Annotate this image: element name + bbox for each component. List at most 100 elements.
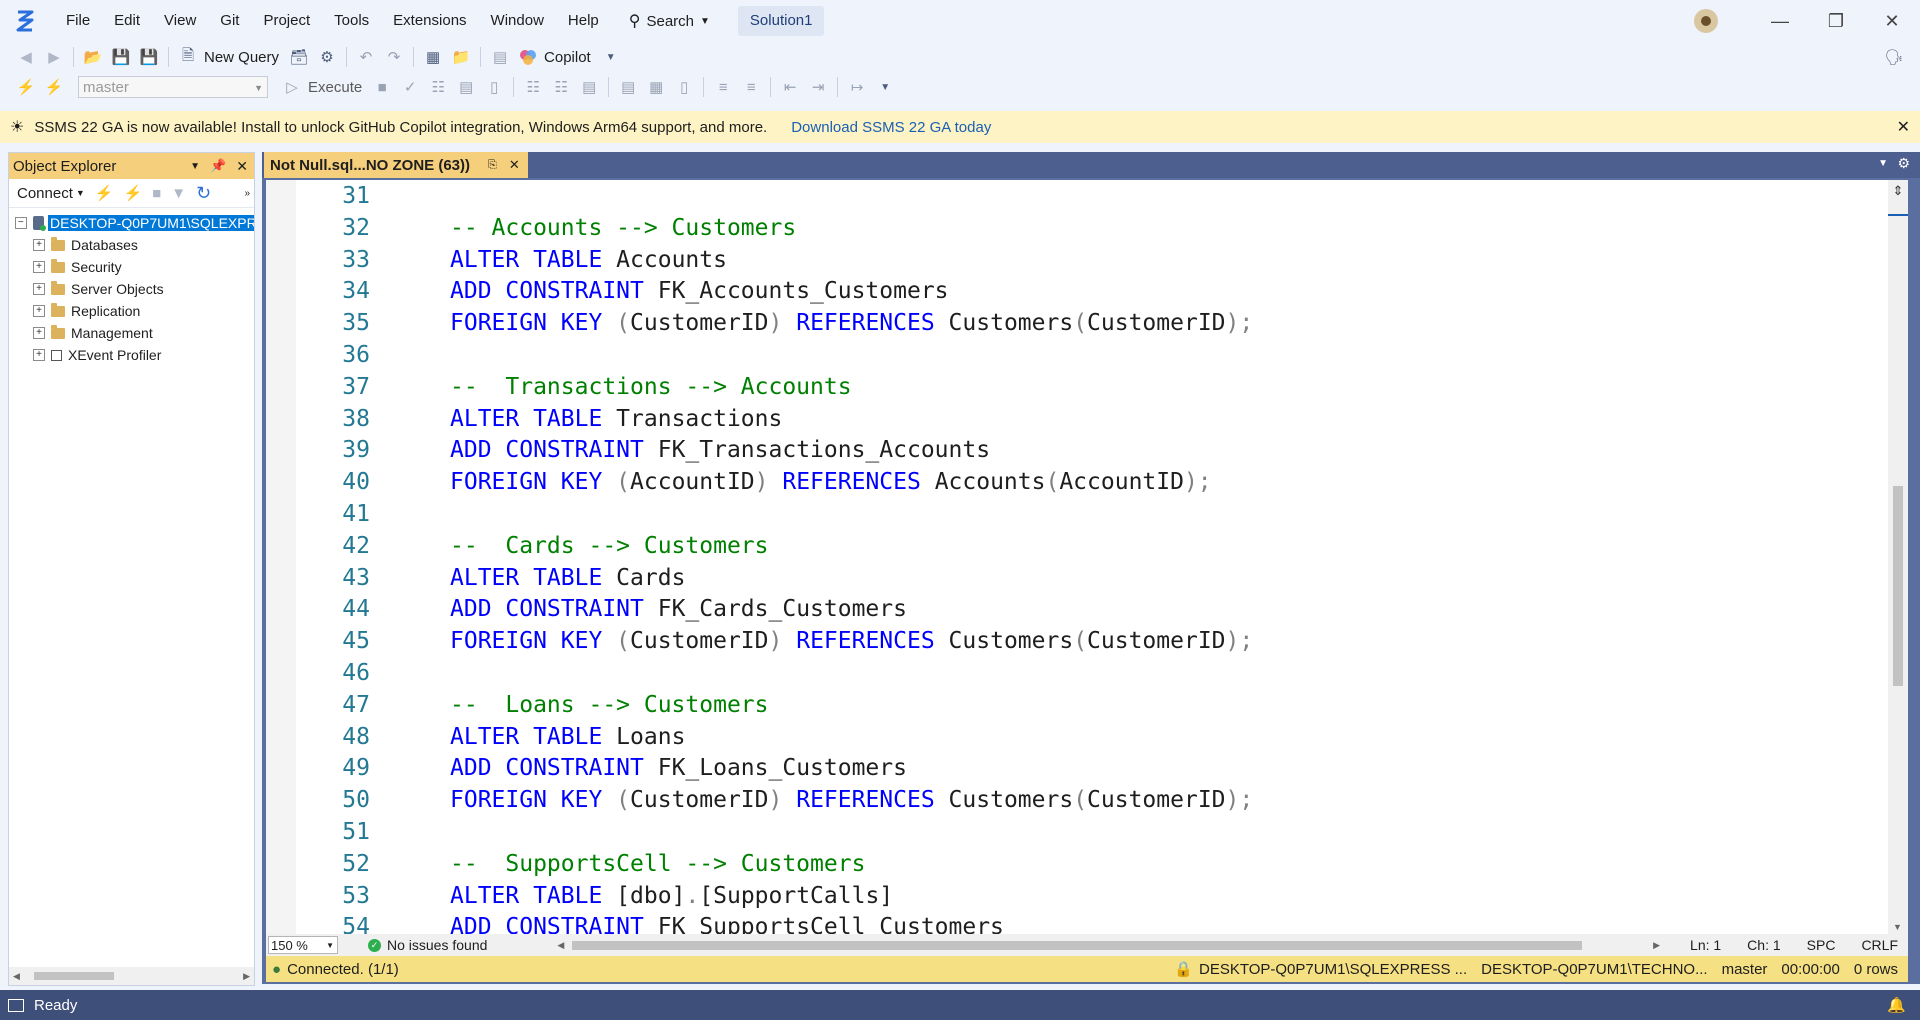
database-query-icon[interactable]: 🗃 (287, 45, 311, 69)
activity-monitor-icon[interactable]: ▦ (421, 45, 445, 69)
expand-icon[interactable]: + (33, 239, 45, 251)
tree-node-security[interactable]: + Security (9, 256, 254, 278)
code-line[interactable]: 50 FOREIGN KEY (CustomerID) REFERENCES Cu… (296, 784, 1253, 816)
issues-status[interactable]: No issues found (387, 937, 487, 953)
collapse-icon[interactable]: − (15, 217, 27, 229)
stop-icon[interactable]: ■ (370, 75, 394, 99)
ssms-logo-icon[interactable] (12, 8, 38, 34)
whitespace-indicator[interactable]: SPC (1807, 937, 1836, 953)
pin-icon[interactable]: ⎘ (488, 159, 497, 172)
search-button[interactable]: ⚲ Search ▼ (619, 6, 720, 36)
parse-icon[interactable]: ✓ (398, 75, 422, 99)
code-line[interactable]: 36 (296, 339, 450, 371)
output-icon[interactable] (8, 998, 24, 1012)
tree-node-server-objects[interactable]: + Server Objects (9, 278, 254, 300)
solution-name[interactable]: Solution1 (737, 6, 825, 36)
pin-icon[interactable]: 📌 (210, 158, 226, 174)
code-line[interactable]: 39 ADD CONSTRAINT FK_Transactions_Account… (296, 434, 990, 466)
intellisense-icon[interactable]: ▯ (482, 75, 506, 99)
analysis-query-icon[interactable]: ⚙ (315, 45, 339, 69)
object-explorer-icon[interactable]: 📁 (449, 45, 473, 69)
column-indicator[interactable]: Ch: 1 (1747, 937, 1780, 953)
code-line[interactable]: 51 (296, 816, 450, 848)
save-all-icon[interactable]: 💾 (137, 45, 161, 69)
code-line[interactable]: 32 -- Accounts --> Customers (296, 212, 796, 244)
line-indicator[interactable]: Ln: 1 (1690, 937, 1721, 953)
disconnect-icon[interactable]: ⚡ (123, 184, 142, 202)
avatar[interactable] (1694, 9, 1718, 33)
live-stats-icon[interactable]: ☷ (549, 75, 573, 99)
menu-item-git[interactable]: Git (208, 5, 251, 37)
expand-icon[interactable]: + (33, 261, 45, 273)
horizontal-scrollbar[interactable]: ◀ ▶ (9, 967, 254, 985)
close-icon[interactable]: ✕ (1897, 117, 1910, 137)
toolbar-overflow-icon[interactable]: ▼ (599, 45, 623, 69)
code-line[interactable]: 40 FOREIGN KEY (AccountID) REFERENCES Acc… (296, 466, 1211, 498)
redo-icon[interactable]: ↷ (382, 45, 406, 69)
horizontal-scrollbar-thumb[interactable] (572, 940, 1583, 950)
connect-icon[interactable]: ⚡ (95, 184, 114, 202)
tab-list-icon[interactable]: ▼ (1878, 158, 1888, 169)
restore-icon[interactable]: ❐ (1808, 0, 1864, 42)
decrease-indent-icon[interactable]: ⇤ (778, 75, 802, 99)
menu-item-window[interactable]: Window (479, 5, 556, 37)
scrollbar-thumb[interactable] (1893, 486, 1903, 686)
increase-indent-icon[interactable]: ⇥ (806, 75, 830, 99)
stop-icon[interactable]: ■ (152, 185, 161, 202)
code-line[interactable]: 46 (296, 657, 450, 689)
include-plan-icon[interactable]: ☷ (521, 75, 545, 99)
database-select[interactable]: master ▼ (78, 76, 268, 98)
back-icon[interactable]: ◀ (14, 45, 38, 69)
code-line[interactable]: 31 (296, 180, 450, 212)
forward-icon[interactable]: ▶ (42, 45, 66, 69)
save-icon[interactable]: 💾 (109, 45, 133, 69)
execute-button[interactable]: Execute (308, 79, 362, 96)
code-line[interactable]: 49 ADD CONSTRAINT FK_Loans_Customers (296, 752, 907, 784)
connect-button[interactable]: Connect (17, 185, 73, 202)
code-line[interactable]: 33 ALTER TABLE Accounts (296, 244, 727, 276)
code-line[interactable]: 53 ALTER TABLE [dbo].[SupportCalls] (296, 880, 893, 912)
split-editor-icon[interactable]: ⇕ (1891, 184, 1905, 198)
undo-icon[interactable]: ↶ (354, 45, 378, 69)
expand-icon[interactable]: + (33, 349, 45, 361)
scrollbar-thumb[interactable] (33, 972, 114, 980)
feedback-icon[interactable]: 🗣 (1882, 45, 1906, 69)
client-stats-icon[interactable]: ▤ (577, 75, 601, 99)
scroll-left-icon[interactable]: ◀ (13, 971, 20, 982)
connect-icon[interactable]: ⚡ (14, 75, 38, 99)
code-line[interactable]: 45 FOREIGN KEY (CustomerID) REFERENCES Cu… (296, 625, 1253, 657)
menu-item-extensions[interactable]: Extensions (381, 5, 478, 37)
close-icon[interactable]: ✕ (509, 157, 520, 173)
results-to-text-icon[interactable]: ▤ (616, 75, 640, 99)
tree-server-node[interactable]: − DESKTOP-Q0P7UM1\SQLEXPRESS (9, 212, 254, 234)
menu-item-project[interactable]: Project (251, 5, 322, 37)
notifications-icon[interactable]: 🔔 (1887, 996, 1906, 1014)
code-line[interactable]: 35 FOREIGN KEY (CustomerID) REFERENCES Cu… (296, 307, 1253, 339)
download-link[interactable]: Download SSMS 22 GA today (791, 119, 991, 136)
open-file-icon[interactable]: 📂 (81, 45, 105, 69)
query-designer-icon[interactable]: ▤ (454, 75, 478, 99)
new-query-icon[interactable]: 🗎 (176, 45, 200, 69)
chevron-down-icon[interactable]: ▼ (76, 188, 85, 198)
code-line[interactable]: 41 (296, 498, 450, 530)
tree-node-management[interactable]: + Management (9, 322, 254, 344)
code-line[interactable]: 47 -- Loans --> Customers (296, 689, 768, 721)
scroll-right-icon[interactable]: ▶ (243, 971, 250, 982)
tree-node-replication[interactable]: + Replication (9, 300, 254, 322)
scroll-down-icon[interactable]: ▼ (1893, 922, 1902, 932)
code-line[interactable]: 37 -- Transactions --> Accounts (296, 371, 851, 403)
template-icon[interactable]: ▤ (488, 45, 512, 69)
copilot-button[interactable]: Copilot (544, 49, 591, 66)
gear-icon[interactable]: ⚙ (1897, 155, 1910, 172)
execute-icon[interactable]: ▷ (280, 75, 304, 99)
expand-icon[interactable]: + (33, 283, 45, 295)
menu-item-help[interactable]: Help (556, 5, 611, 37)
display-plan-icon[interactable]: ☷ (426, 75, 450, 99)
change-connection-icon[interactable]: ⚡ (42, 75, 66, 99)
close-icon[interactable]: ✕ (1864, 0, 1920, 42)
results-to-file-icon[interactable]: ▯ (672, 75, 696, 99)
code-line[interactable]: 42 -- Cards --> Customers (296, 530, 768, 562)
overflow-icon[interactable]: » (244, 188, 250, 199)
menu-item-edit[interactable]: Edit (102, 5, 152, 37)
close-icon[interactable]: ✕ (236, 158, 248, 175)
